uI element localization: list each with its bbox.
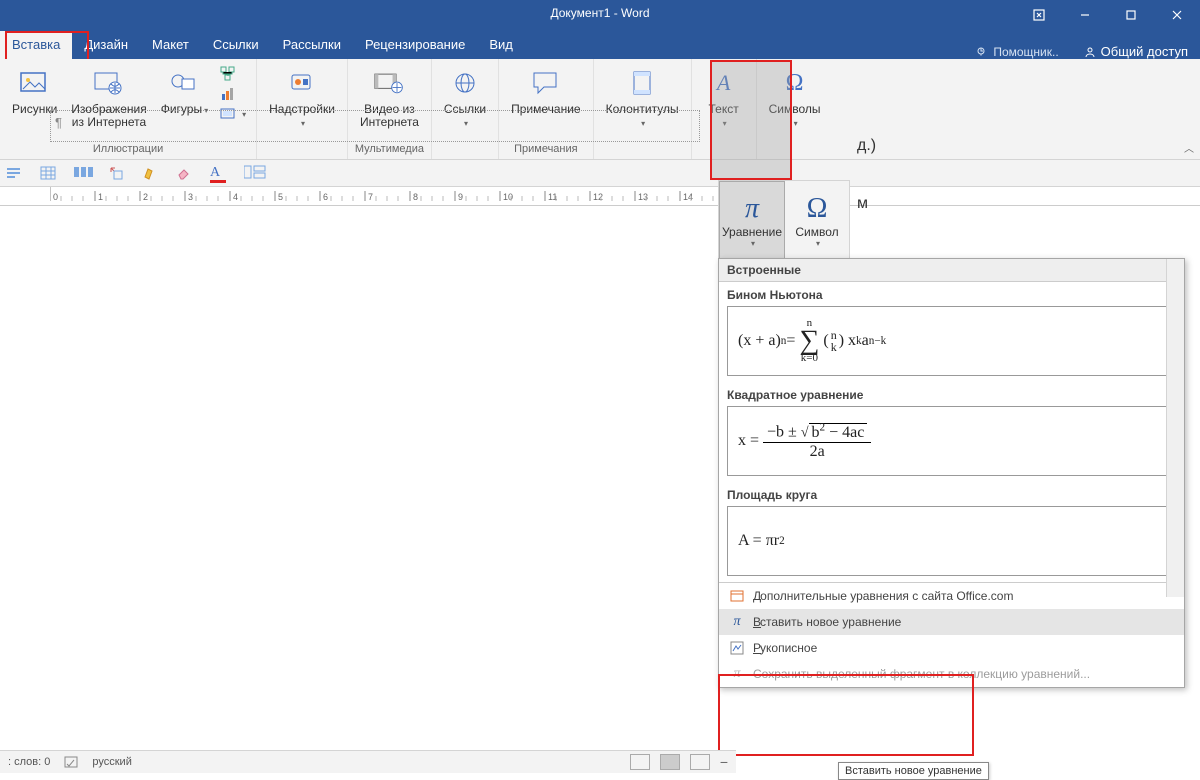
addins-icon xyxy=(286,67,318,99)
equation-item-quadratic[interactable]: Квадратное уравнение x = −b ± √b2 − 4ac … xyxy=(719,382,1184,482)
share-button[interactable]: Общий доступ xyxy=(1071,44,1200,59)
ruler[interactable]: 01234567891011121314151617 xyxy=(0,187,1200,206)
qat-icon-4[interactable] xyxy=(108,165,124,181)
svg-text:7: 7 xyxy=(368,192,373,202)
tell-me[interactable]: Помощник.. xyxy=(963,45,1070,59)
qat-icon-table[interactable] xyxy=(40,165,56,181)
dropdown-header: Встроенные xyxy=(719,259,1184,282)
tab-design[interactable]: Дизайн xyxy=(72,31,140,59)
online-video-icon xyxy=(373,67,405,99)
ink-equation[interactable]: Рукописное xyxy=(719,635,1184,661)
comment-icon xyxy=(530,67,562,99)
language[interactable]: русский xyxy=(92,756,131,768)
secondary-toolbar: A xyxy=(0,160,1200,187)
svg-text:10: 10 xyxy=(503,192,513,202)
chart-button[interactable] xyxy=(216,85,250,103)
word-count[interactable]: : слов: 0 xyxy=(8,756,50,768)
minimize-button[interactable] xyxy=(1062,0,1108,29)
status-bar: : слов: 0 русский − xyxy=(0,750,736,773)
svg-text:9: 9 xyxy=(458,192,463,202)
tab-insert[interactable]: Вставка xyxy=(0,31,72,59)
pi-small-icon: π xyxy=(729,614,745,630)
tell-me-label: Помощник.. xyxy=(993,45,1058,59)
office-icon xyxy=(729,588,745,604)
omega-icon-2: Ω xyxy=(807,193,828,225)
dropdown-scrollbar[interactable] xyxy=(1166,259,1184,597)
ink-icon xyxy=(729,640,745,656)
ribbon-display-options[interactable] xyxy=(1016,0,1062,29)
qat-icon-layout[interactable] xyxy=(244,165,260,181)
equation-preview-circle: A = πr2 xyxy=(727,506,1176,576)
save-selection-to-gallery: π Сохранить выделенный фрагмент в коллек… xyxy=(719,661,1184,687)
view-read-mode[interactable] xyxy=(630,754,650,770)
title-bar: Документ1 - Word xyxy=(0,0,1200,29)
links-icon xyxy=(449,67,481,99)
equation-item-binomial[interactable]: Бином Ньютона (x + a)n = n∑k=0 (nk) xkan… xyxy=(719,282,1184,382)
tooltip: Вставить новое уравнение xyxy=(838,762,989,780)
tab-mailings[interactable]: Рассылки xyxy=(271,31,353,59)
proofing-icon[interactable] xyxy=(64,755,78,769)
symbol-gallery-button[interactable]: Ω Символ ▾ xyxy=(785,181,849,259)
equation-gallery-button[interactable]: π Уравнение ▾ xyxy=(719,181,785,259)
highlight-symbols xyxy=(710,60,792,180)
group-illustrations: Рисунки Изображения из Интернета Фигуры▾… xyxy=(0,59,257,159)
close-button[interactable] xyxy=(1154,0,1200,29)
smartart-button[interactable] xyxy=(216,65,250,83)
pilcrow-icon: ¶ xyxy=(55,115,62,130)
pi-disabled-icon: π xyxy=(729,666,745,682)
collapse-ribbon-icon[interactable]: ︿ xyxy=(1184,140,1194,155)
symbols-gallery: π Уравнение ▾ Ω Символ ▾ xyxy=(718,180,850,260)
view-print-layout[interactable] xyxy=(660,754,680,770)
svg-text:8: 8 xyxy=(413,192,418,202)
behind-text-1: д.) xyxy=(857,137,876,155)
qat-icon-font-color[interactable]: A xyxy=(210,165,226,181)
tab-view[interactable]: Вид xyxy=(477,31,525,59)
svg-text:6: 6 xyxy=(323,192,328,202)
pictures-icon xyxy=(19,67,51,99)
chart-icon xyxy=(220,86,236,102)
qat-icon-highlight[interactable] xyxy=(142,165,158,181)
group-addins: Надстройки▾ xyxy=(257,59,348,159)
group-header-footer: Колонтитулы▾ xyxy=(594,59,692,159)
view-web-layout[interactable] xyxy=(690,754,710,770)
ribbon-tabs: Вставка Дизайн Макет Ссылки Рассылки Рец… xyxy=(0,29,1200,59)
qat-icon-1[interactable] xyxy=(6,165,22,181)
zoom-out[interactable]: − xyxy=(720,754,728,770)
qat-icon-eraser[interactable] xyxy=(176,165,192,181)
svg-text:5: 5 xyxy=(278,192,283,202)
tab-references[interactable]: Ссылки xyxy=(201,31,271,59)
svg-text:12: 12 xyxy=(593,192,603,202)
share-label: Общий доступ xyxy=(1101,44,1188,59)
svg-text:2: 2 xyxy=(143,192,148,202)
insert-new-equation[interactable]: π Вставить новое уравнение xyxy=(719,609,1184,635)
header-footer-icon xyxy=(626,67,658,99)
svg-text:1: 1 xyxy=(98,192,103,202)
pi-icon: π xyxy=(745,193,759,225)
maximize-button[interactable] xyxy=(1108,0,1154,29)
tab-review[interactable]: Рецензирование xyxy=(353,31,477,59)
equation-preview-quadratic: x = −b ± √b2 − 4ac 2a xyxy=(727,406,1176,476)
group-comments: Примечание Примечания xyxy=(499,59,593,159)
svg-text:3: 3 xyxy=(188,192,193,202)
qat-icon-3[interactable] xyxy=(74,165,90,181)
group-links: Ссылки▾ xyxy=(432,59,499,159)
svg-text:4: 4 xyxy=(233,192,238,202)
online-pictures-icon xyxy=(93,67,125,99)
smartart-icon xyxy=(220,66,236,82)
equation-item-circle-area[interactable]: Площадь круга A = πr2 xyxy=(719,482,1184,582)
document-page[interactable]: ¶ xyxy=(50,110,700,142)
tab-layout[interactable]: Макет xyxy=(140,31,201,59)
svg-text:14: 14 xyxy=(683,192,693,202)
behind-text-2: м xyxy=(857,195,868,213)
more-equations-office[interactable]: Дополнительные уравнения с сайта Office.… xyxy=(719,583,1184,609)
group-media: Видео из Интернета Мультимедиа xyxy=(348,59,432,159)
svg-text:13: 13 xyxy=(638,192,648,202)
shapes-icon xyxy=(168,67,200,99)
equation-preview-binomial: (x + a)n = n∑k=0 (nk) xkan−k xyxy=(727,306,1176,376)
equation-dropdown: Встроенные Бином Ньютона (x + a)n = n∑k=… xyxy=(718,258,1185,688)
svg-text:0: 0 xyxy=(53,192,58,202)
